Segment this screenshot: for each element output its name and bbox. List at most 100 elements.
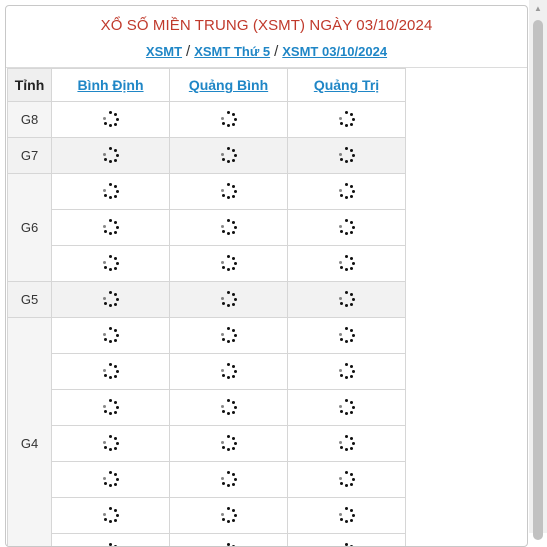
- province-link-binh-dinh[interactable]: Bình Định: [77, 77, 143, 93]
- result-cell: [170, 390, 288, 426]
- loading-spinner-icon: [103, 219, 119, 235]
- loading-spinner-icon: [221, 363, 237, 379]
- loading-spinner-icon: [103, 183, 119, 199]
- result-cell: [52, 354, 170, 390]
- prize-label: G7: [8, 138, 52, 174]
- breadcrumb-separator: /: [186, 43, 190, 60]
- result-cell: [170, 498, 288, 534]
- result-cell: [52, 246, 170, 282]
- result-cell: [170, 174, 288, 210]
- result-cell: [52, 138, 170, 174]
- table-row: [8, 390, 406, 426]
- loading-spinner-icon: [103, 507, 119, 523]
- loading-spinner-icon: [339, 183, 355, 199]
- result-cell: [52, 390, 170, 426]
- results-header: XỔ SỐ MIỀN TRUNG (XSMT) NGÀY 03/10/2024 …: [6, 6, 527, 68]
- prize-rows: G8G7G6G5G4: [8, 102, 406, 547]
- result-cell: [52, 282, 170, 318]
- result-cell: [288, 390, 406, 426]
- loading-spinner-icon: [103, 471, 119, 487]
- result-cell: [288, 138, 406, 174]
- province-link-quang-binh[interactable]: Quảng Bình: [189, 77, 268, 93]
- breadcrumb-link-date[interactable]: XSMT 03/10/2024: [282, 44, 387, 59]
- result-cell: [288, 354, 406, 390]
- vertical-scrollbar[interactable]: ▲: [529, 0, 547, 533]
- loading-spinner-icon: [103, 399, 119, 415]
- prize-label: G8: [8, 102, 52, 138]
- loading-spinner-icon: [339, 435, 355, 451]
- result-cell: [170, 102, 288, 138]
- loading-spinner-icon: [103, 543, 119, 547]
- result-cell: [170, 534, 288, 547]
- result-cell: [52, 102, 170, 138]
- loading-spinner-icon: [339, 219, 355, 235]
- result-cell: [288, 102, 406, 138]
- table-row: [8, 462, 406, 498]
- loading-spinner-icon: [339, 399, 355, 415]
- result-cell: [170, 462, 288, 498]
- loading-spinner-icon: [103, 255, 119, 271]
- prize-label: G5: [8, 282, 52, 318]
- province-link-quang-tri[interactable]: Quảng Trị: [314, 77, 379, 93]
- breadcrumb-link-xsmt[interactable]: XSMT: [146, 44, 182, 59]
- result-cell: [170, 210, 288, 246]
- loading-spinner-icon: [221, 507, 237, 523]
- table-row: G8: [8, 102, 406, 138]
- loading-spinner-icon: [221, 291, 237, 307]
- result-cell: [52, 426, 170, 462]
- loading-spinner-icon: [339, 111, 355, 127]
- result-cell: [288, 498, 406, 534]
- result-cell: [170, 354, 288, 390]
- loading-spinner-icon: [221, 435, 237, 451]
- result-cell: [52, 318, 170, 354]
- results-panel: XỔ SỐ MIỀN TRUNG (XSMT) NGÀY 03/10/2024 …: [5, 5, 528, 547]
- loading-spinner-icon: [103, 291, 119, 307]
- result-cell: [52, 498, 170, 534]
- result-cell: [170, 318, 288, 354]
- breadcrumb: XSMT / XSMT Thứ 5 / XSMT 03/10/2024: [6, 42, 527, 62]
- breadcrumb-link-weekday[interactable]: XSMT Thứ 5: [194, 44, 270, 59]
- table-row: G7: [8, 138, 406, 174]
- loading-spinner-icon: [339, 147, 355, 163]
- loading-spinner-icon: [339, 363, 355, 379]
- table-row: G4: [8, 318, 406, 354]
- loading-spinner-icon: [221, 255, 237, 271]
- results-table: Tỉnh Bình Định Quảng Bình Quảng Trị G8G7…: [7, 68, 406, 547]
- loading-spinner-icon: [221, 147, 237, 163]
- breadcrumb-separator: /: [274, 43, 278, 60]
- loading-spinner-icon: [103, 147, 119, 163]
- result-cell: [288, 174, 406, 210]
- column-header-province: Tỉnh: [8, 69, 52, 102]
- loading-spinner-icon: [221, 327, 237, 343]
- result-cell: [288, 210, 406, 246]
- loading-spinner-icon: [103, 363, 119, 379]
- result-cell: [52, 174, 170, 210]
- loading-spinner-icon: [339, 543, 355, 547]
- result-cell: [288, 246, 406, 282]
- loading-spinner-icon: [103, 327, 119, 343]
- loading-spinner-icon: [221, 183, 237, 199]
- loading-spinner-icon: [221, 543, 237, 547]
- result-cell: [52, 534, 170, 547]
- result-cell: [288, 318, 406, 354]
- column-header-quang-tri: Quảng Trị: [288, 69, 406, 102]
- result-cell: [170, 282, 288, 318]
- table-row: [8, 354, 406, 390]
- loading-spinner-icon: [339, 471, 355, 487]
- loading-spinner-icon: [103, 111, 119, 127]
- result-cell: [170, 138, 288, 174]
- loading-spinner-icon: [339, 255, 355, 271]
- loading-spinner-icon: [221, 219, 237, 235]
- table-row: [8, 534, 406, 547]
- loading-spinner-icon: [221, 111, 237, 127]
- scroll-up-arrow-icon[interactable]: ▲: [529, 0, 547, 17]
- loading-spinner-icon: [339, 507, 355, 523]
- loading-spinner-icon: [339, 291, 355, 307]
- result-cell: [170, 426, 288, 462]
- result-cell: [52, 462, 170, 498]
- scrollbar-thumb[interactable]: [533, 20, 543, 540]
- page-title: XỔ SỐ MIỀN TRUNG (XSMT) NGÀY 03/10/2024: [6, 6, 527, 36]
- result-cell: [52, 210, 170, 246]
- result-cell: [288, 534, 406, 547]
- table-row: [8, 210, 406, 246]
